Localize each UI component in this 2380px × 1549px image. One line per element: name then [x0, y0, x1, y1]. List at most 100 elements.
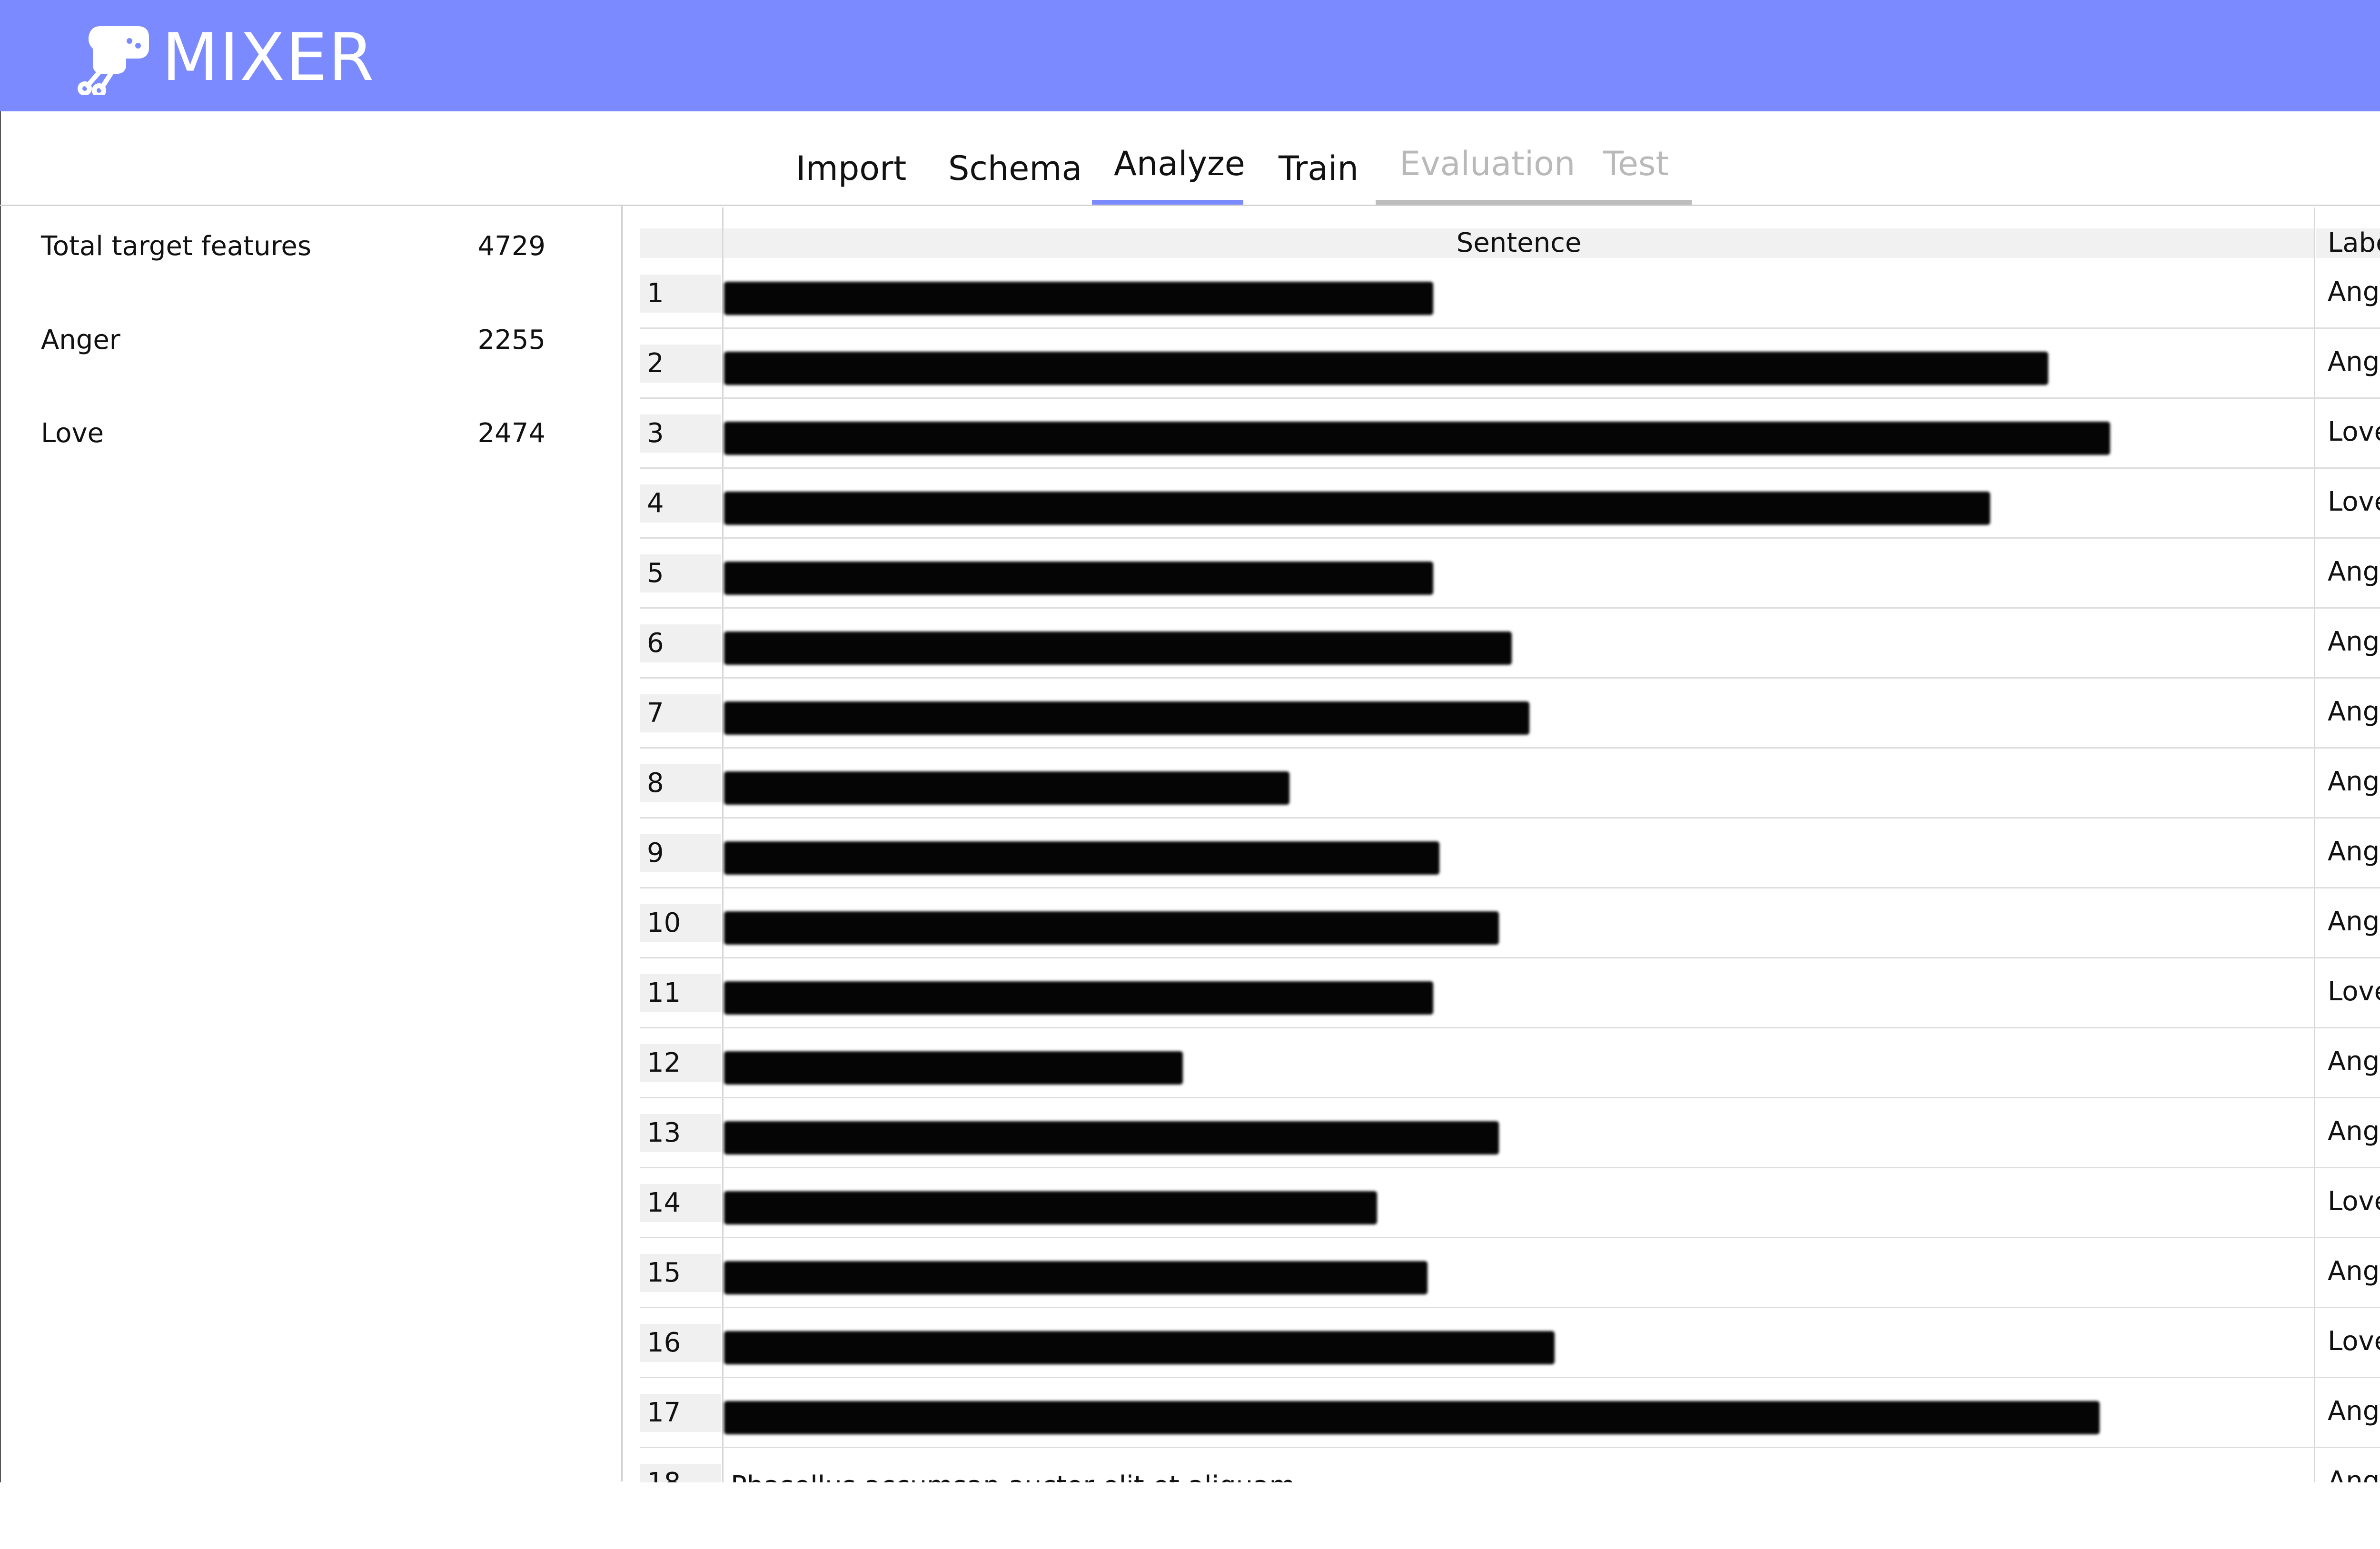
label-cell[interactable]: Anger [2328, 273, 2380, 311]
stats-sidebar: Total target features 4729 Anger 2255 Love 24… [0, 206, 623, 1481]
hand-mixer-icon [78, 26, 149, 95]
tab-analyze[interactable]: Analyze [1114, 140, 1245, 187]
label-cell[interactable]: Love [2328, 483, 2380, 521]
table-row[interactable]: 5 Anger [640, 539, 2380, 609]
stat-row: Love 2474 [41, 412, 545, 455]
label-cell[interactable]: Anger [2328, 1113, 2380, 1151]
sentence-cell[interactable] [724, 679, 2314, 749]
table-row[interactable]: 18 Phasellus accumsan auctor elit et aliq… [640, 1448, 2380, 1483]
redacted-sentence [724, 771, 1289, 805]
row-number: 5 [640, 554, 721, 592]
table-row[interactable]: 1 Anger [640, 259, 2380, 329]
label-cell[interactable]: Anger [2328, 1462, 2380, 1483]
sentence-cell[interactable] [724, 1098, 2314, 1168]
table-row[interactable]: 16 Love [640, 1308, 2380, 1378]
table-row[interactable]: 2 Anger [640, 329, 2380, 399]
row-number: 12 [640, 1044, 721, 1082]
row-number: 16 [640, 1324, 721, 1362]
table-row[interactable]: 3 Love [640, 399, 2380, 469]
sentence-cell[interactable] [724, 958, 2314, 1028]
row-number: 14 [640, 1184, 721, 1222]
redacted-sentence [724, 492, 1990, 525]
sentence-cell[interactable] [724, 469, 2314, 539]
redacted-sentence [724, 911, 1499, 945]
row-number: 17 [640, 1394, 721, 1432]
table-row[interactable]: 6 Anger [640, 609, 2380, 679]
sentence-cell[interactable] [724, 259, 2314, 329]
label-cell[interactable]: Anger [2328, 623, 2380, 661]
table-row[interactable]: 9 Anger [640, 819, 2380, 888]
sentence-cell[interactable] [724, 609, 2314, 679]
row-number: 2 [640, 345, 721, 383]
table-row[interactable]: 8 Anger [640, 749, 2380, 819]
row-number: 15 [640, 1254, 721, 1292]
stat-value: 4729 [477, 231, 545, 262]
sentence-cell[interactable] [724, 888, 2314, 958]
label-cell[interactable]: Anger [2328, 343, 2380, 381]
label-cell[interactable]: Love [2328, 973, 2380, 1011]
stat-label: Anger [41, 325, 120, 355]
table-row[interactable]: 15 Anger [640, 1238, 2380, 1308]
label-cell[interactable]: Love [2328, 1322, 2380, 1361]
redacted-sentence [724, 1331, 1555, 1364]
table-row[interactable]: 11 Love [640, 958, 2380, 1028]
main-tabs: Import Schema Analyze Train Evaluation Test [0, 111, 2380, 206]
redacted-sentence [724, 631, 1512, 665]
row-number: 7 [640, 694, 721, 732]
label-cell[interactable]: Anger [2328, 693, 2380, 731]
table-row[interactable]: 13 Anger [640, 1098, 2380, 1168]
tab-train[interactable]: Train [1279, 145, 1359, 192]
sentence-cell[interactable] [724, 1378, 2314, 1448]
sentence-cell[interactable] [724, 1168, 2314, 1238]
label-cell[interactable]: Anger [2328, 903, 2380, 941]
redacted-sentence [724, 701, 1529, 735]
tab-import[interactable]: Import [796, 145, 906, 192]
row-number: 6 [640, 624, 721, 662]
tab-evaluation: Evaluation [1399, 144, 1576, 183]
label-cell[interactable]: Anger [2328, 763, 2380, 801]
redacted-sentence [724, 1121, 1499, 1154]
row-number: 18 [640, 1464, 721, 1483]
table-row[interactable]: 7 Anger [640, 679, 2380, 749]
table-row[interactable]: 14 Love [640, 1168, 2380, 1238]
table-row[interactable]: 12 Anger [640, 1028, 2380, 1098]
row-number: 9 [640, 834, 721, 872]
redacted-sentence [724, 352, 2048, 385]
row-number: 10 [640, 904, 721, 942]
sentence-cell[interactable]: Phasellus accumsan auctor elit et aliqua… [724, 1448, 2314, 1483]
redacted-sentence [724, 1191, 1377, 1224]
label-column-header[interactable]: Label [2316, 228, 2380, 258]
label-cell[interactable]: Anger [2328, 1392, 2380, 1431]
active-tab-indicator [1092, 200, 1243, 205]
label-cell[interactable]: Love [2328, 413, 2380, 451]
tab-schema[interactable]: Schema [948, 145, 1082, 192]
label-cell[interactable]: Anger [2328, 1043, 2380, 1081]
label-cell[interactable]: Anger [2328, 833, 2380, 871]
redacted-sentence [724, 841, 1439, 875]
row-number: 4 [640, 484, 721, 523]
sentence-cell[interactable] [724, 329, 2314, 399]
sentence-cell[interactable] [724, 1308, 2314, 1378]
redacted-sentence [724, 282, 1433, 315]
sentence-cell[interactable] [724, 539, 2314, 609]
row-number-header [640, 228, 722, 258]
label-cell[interactable]: Anger [2328, 1253, 2380, 1291]
sentence-cell[interactable] [724, 399, 2314, 469]
table-row[interactable]: 4 Love [640, 469, 2380, 539]
label-cell[interactable]: Love [2328, 1183, 2380, 1221]
sentence-cell[interactable] [724, 749, 2314, 819]
table-row[interactable]: 10 Anger [640, 888, 2380, 958]
redacted-sentence [724, 1401, 2100, 1434]
sentence-text: Phasellus accumsan auctor elit et aliqua… [731, 1467, 1295, 1483]
sentence-cell[interactable] [724, 819, 2314, 888]
stat-label: Love [41, 418, 104, 449]
row-number: 8 [640, 764, 721, 802]
redacted-sentence [724, 562, 1433, 595]
redacted-sentence [724, 422, 2110, 455]
label-cell[interactable]: Anger [2328, 553, 2380, 591]
sentence-cell[interactable] [724, 1028, 2314, 1098]
sentence-column-header[interactable]: Sentence [724, 228, 2314, 258]
table-row[interactable]: 17 Anger [640, 1378, 2380, 1448]
tab-test: Test [1603, 144, 1669, 183]
sentence-cell[interactable] [724, 1238, 2314, 1308]
